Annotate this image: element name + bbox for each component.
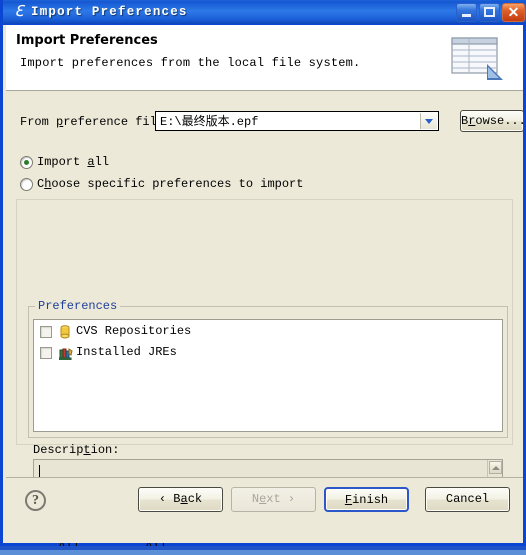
import-all-radio[interactable] [20,156,33,169]
back-button[interactable]: ‹ Back [138,487,223,512]
window-title: Import Preferences [31,5,188,19]
eclipse-import-icon: ℇ [14,4,24,20]
list-item[interactable]: CVS Repositories [40,324,502,341]
choose-specific-label: Choose specific preferences to import [37,177,304,191]
page-description: Import preferences from the local file s… [20,56,361,70]
from-preference-file-label: From preference file: [20,115,172,129]
cvs-repositories-checkbox[interactable] [40,326,52,338]
preferences-group-label: Preferences [35,299,121,313]
close-icon: ✕ [507,4,520,20]
minimize-button[interactable] [456,3,477,22]
close-button[interactable]: ✕ [502,3,525,22]
desktop-taskbar-strip [0,546,526,550]
installed-jres-icon [58,346,74,361]
preferences-table-icon [449,34,505,82]
list-item-label: CVS Repositories [76,324,192,338]
specific-preferences-panel: Preferences CVS Repositories Installed J… [16,199,513,553]
dialog-footer: ? ‹ Back Next › Finish Cancel [6,477,523,543]
import-preferences-dialog: ℇ Import Preferences ✕ Import Preference… [0,0,526,553]
cvs-repository-icon [59,325,74,339]
preferences-list[interactable]: CVS Repositories Installed JREs [33,319,503,432]
cancel-button[interactable]: Cancel [425,487,510,512]
maximize-button[interactable] [479,3,500,22]
next-button: Next › [231,487,316,512]
from-preference-file-row: From preference file: E:\最终版本.epf Browse… [20,110,526,133]
installed-jres-checkbox[interactable] [40,347,52,359]
list-item[interactable]: Installed JREs [40,345,502,362]
scroll-up-arrow[interactable] [489,461,502,474]
help-question-icon[interactable]: ? [25,490,46,511]
page-title: Import Preferences [16,33,158,48]
preference-file-value: E:\最终版本.epf [160,115,259,129]
browse-button[interactable]: Browse... [460,110,526,132]
description-label: Description: [33,443,120,457]
title-bar[interactable]: ℇ Import Preferences ✕ [3,0,526,25]
choose-specific-radio[interactable] [20,178,33,191]
window-controls: ✕ [454,3,525,23]
chevron-down-icon[interactable] [420,113,437,129]
list-item-label: Installed JREs [76,345,177,359]
dialog-header: Import Preferences Import preferences fr… [6,25,523,91]
dialog-body: From preference file: E:\最终版本.epf Browse… [6,91,526,553]
import-all-label: Import all [37,155,110,169]
finish-button[interactable]: Finish [324,487,409,512]
preference-file-combobox[interactable]: E:\最终版本.epf [155,111,439,131]
